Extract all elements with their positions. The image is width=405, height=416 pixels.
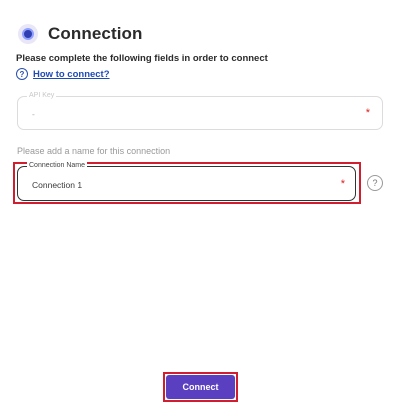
header: Connection [18,24,143,44]
required-indicator: * [340,178,345,190]
connection-name-value: Connection 1 [32,180,83,190]
api-key-label: API Key [27,91,57,101]
help-row: ? How to connect? [16,68,110,80]
connection-name-hint: Please add a name for this connection [17,146,171,156]
connector-logo-icon [18,24,38,44]
connect-button[interactable]: Connect [166,375,235,399]
question-circle-icon: ? [16,68,28,80]
required-indicator: * [365,107,370,119]
connection-name-field[interactable]: Connection Name Connection 1 * [17,161,356,201]
how-to-connect-link[interactable]: How to connect? [33,69,110,80]
api-key-value: - [32,109,35,119]
api-key-field[interactable]: API Key - * [17,91,383,130]
instructions-text: Please complete the following fields in … [16,53,268,64]
connection-name-label: Connection Name [27,161,88,171]
page-title: Connection [48,24,143,43]
connection-name-help-icon[interactable]: ? [367,175,383,191]
